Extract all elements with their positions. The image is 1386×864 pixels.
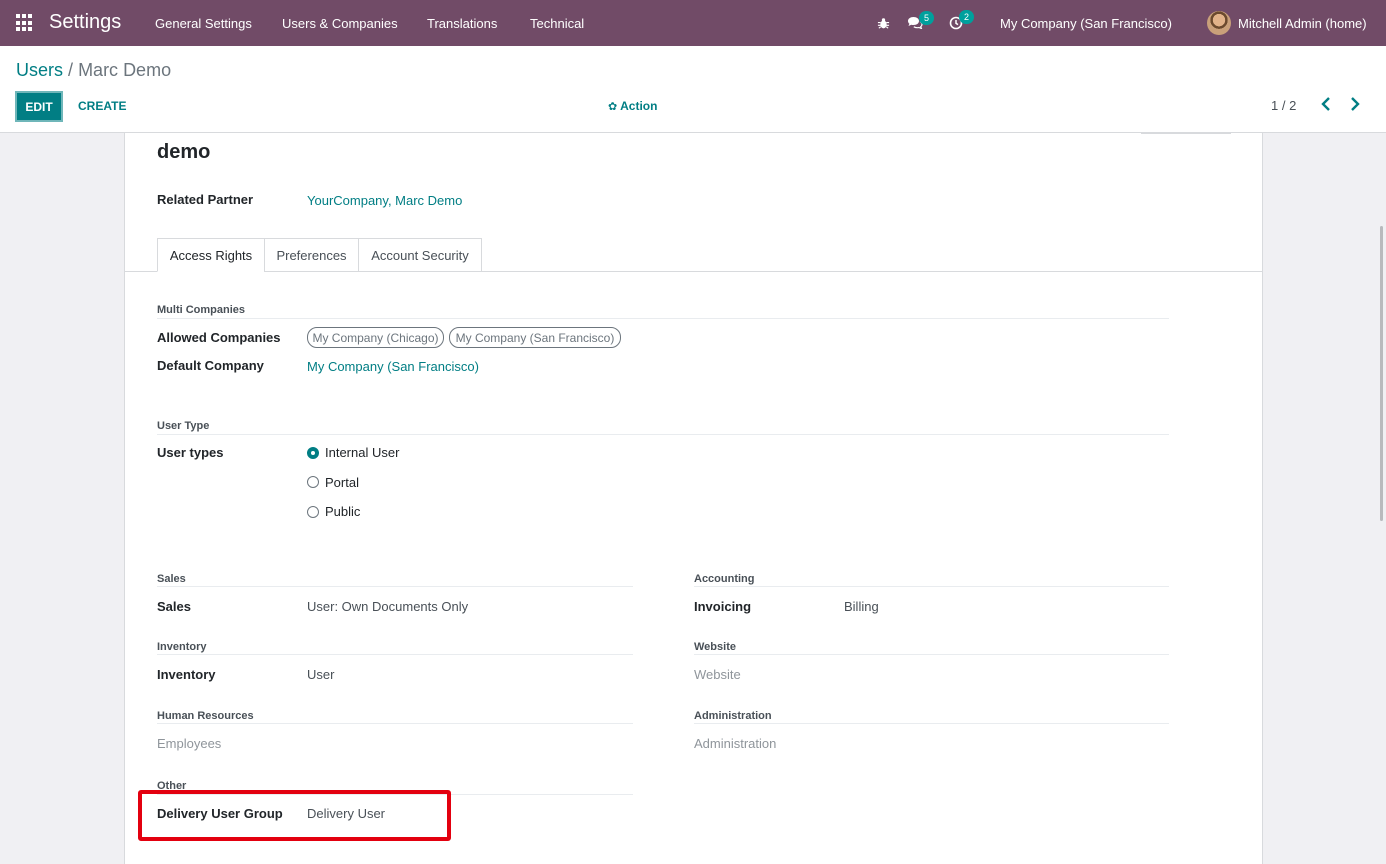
activities-clock-icon[interactable]: 2 [949,0,975,46]
menu-users-companies[interactable]: Users & Companies [282,16,398,31]
action-label: Action [620,99,658,113]
top-navbar: Settings General Settings Users & Compan… [0,0,1386,46]
menu-technical[interactable]: Technical [530,16,584,31]
allowed-companies-label: Allowed Companies [157,330,281,345]
section-multi-companies: Multi Companies [157,304,246,316]
section-divider [157,654,633,655]
related-partner-link[interactable]: YourCompany, Marc Demo [307,193,462,208]
radio-label-internal-user[interactable]: Internal User [325,445,399,460]
section-divider [157,586,633,587]
highlight-box [138,790,451,841]
avatar [1207,11,1231,35]
default-company-label: Default Company [157,358,264,373]
activities-count-badge: 2 [959,10,975,24]
section-divider [157,723,633,724]
radio-public[interactable] [307,506,319,518]
user-name: Mitchell Admin (home) [1238,15,1367,31]
radio-label-public[interactable]: Public [325,504,360,519]
tab-account-security[interactable]: Account Security [358,238,482,272]
invoicing-label: Invoicing [694,599,752,614]
breadcrumb-separator: / [68,60,74,80]
user-login-title: demo [157,141,211,163]
stat-button-divider [1141,133,1231,134]
menu-translations[interactable]: Translations [427,16,497,31]
tab-preferences[interactable]: Preferences [264,238,359,272]
chevron-left-icon [1321,97,1330,111]
breadcrumb-current: Marc Demo [78,60,172,80]
section-divider [157,318,1169,319]
edit-button[interactable]: EDIT [15,91,63,122]
section-sales: Sales [157,573,186,585]
section-website: Website [694,641,736,653]
form-sheet: demo Related Partner YourCompany, Marc D… [124,133,1263,864]
breadcrumb-users-link[interactable]: Users [16,60,63,80]
company-switcher[interactable]: My Company (San Francisco) [1000,16,1172,31]
messages-chat-icon[interactable]: 5 [907,0,935,46]
section-accounting: Accounting [694,573,755,585]
employees-label: Employees [157,736,222,751]
related-partner-label: Related Partner [157,192,254,207]
inventory-rights-select[interactable]: User [307,667,334,682]
user-menu[interactable]: Mitchell Admin (home) [1207,0,1367,46]
section-user-type: User Type [157,420,210,432]
menu-general-settings[interactable]: General Settings [155,16,252,31]
radio-label-portal[interactable]: Portal [325,475,359,490]
chevron-right-icon [1351,97,1360,111]
tab-access-rights[interactable]: Access Rights [157,238,265,272]
pager-value[interactable]: 1 / 2 [1271,98,1296,113]
action-menu-button[interactable]: ✿ Action [608,99,657,113]
page-scrollbar[interactable] [1380,226,1383,521]
company-tag-san-francisco[interactable]: My Company (San Francisco) [449,327,621,348]
sales-label: Sales [157,599,191,614]
create-button[interactable]: CREATE [78,99,126,113]
company-tag-chicago[interactable]: My Company (Chicago) [307,327,444,348]
app-brand[interactable]: Settings [49,11,121,34]
section-administration: Administration [694,710,772,722]
website-label: Website [694,667,741,682]
administration-label: Administration [694,736,777,751]
section-divider [694,586,1169,587]
sales-rights-select[interactable]: User: Own Documents Only [307,599,468,614]
section-divider [694,654,1169,655]
gear-icon: ✿ [608,101,618,113]
section-divider [694,723,1169,724]
messages-count-badge: 5 [919,11,935,25]
breadcrumb: Users / Marc Demo [16,60,171,81]
user-types-label: User types [157,445,224,460]
section-divider [157,434,1169,435]
pager-next-button[interactable] [1350,97,1364,113]
debug-bug-icon[interactable] [877,0,890,46]
radio-internal-user[interactable] [307,447,319,459]
apps-menu-icon[interactable] [16,14,34,32]
radio-portal[interactable] [307,476,319,488]
control-panel: Users / Marc Demo EDIT CREATE ✿ Action 1… [0,46,1386,133]
inventory-label: Inventory [157,667,216,682]
section-human-resources: Human Resources [157,710,254,722]
default-company-link[interactable]: My Company (San Francisco) [307,359,479,374]
invoicing-rights-select[interactable]: Billing [844,599,879,614]
pager-previous-button[interactable] [1321,97,1335,113]
section-inventory: Inventory [157,641,207,653]
